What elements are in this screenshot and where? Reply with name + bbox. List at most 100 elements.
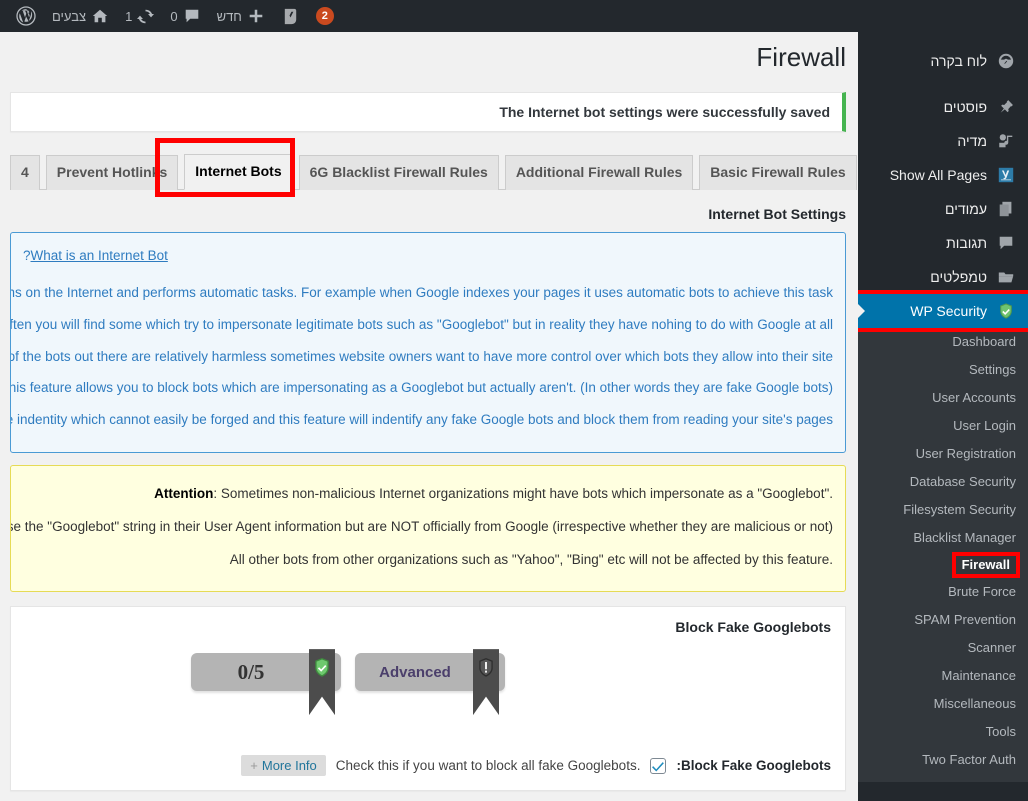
sidebar-item-label: לוח בקרה xyxy=(930,53,987,69)
submenu-item-label: User Accounts xyxy=(932,390,1016,405)
submenu-item-tools[interactable]: Tools xyxy=(868,718,1016,746)
score-badge-value: 0/5 xyxy=(237,659,265,684)
submenu-item-spam-prevention[interactable]: SPAM Prevention xyxy=(868,606,1016,634)
firewall-tabs: 4 Prevent Hotlinks Internet Bots 6G Blac… xyxy=(10,137,857,197)
info-paragraph: This feature allows you to block bots wh… xyxy=(10,380,833,396)
submenu-item-dashboard[interactable]: Dashboard xyxy=(868,328,1016,356)
sidebar-item-posts[interactable]: פוסטים xyxy=(858,90,1028,124)
attention-line-2: which use the "Googlebot" string in thei… xyxy=(10,518,833,534)
submenu-item-two-factor-auth[interactable]: Two Factor Auth xyxy=(868,746,1016,774)
admin-bar-comments[interactable]: 0 xyxy=(162,0,208,32)
admin-bar-site-name-label: צבעים xyxy=(52,8,87,24)
admin-bar-site-name[interactable]: צבעים xyxy=(44,0,117,32)
tab-6g-blacklist-firewall-rules[interactable]: 6G Blacklist Firewall Rules xyxy=(298,154,499,190)
tab-prevent-hotlinks[interactable]: Prevent Hotlinks xyxy=(45,154,179,190)
submenu-item-user-accounts[interactable]: User Accounts xyxy=(868,384,1016,412)
checkmark-icon xyxy=(652,761,665,772)
wordpress-logo-icon xyxy=(16,6,36,26)
submenu-item-label: Tools xyxy=(985,724,1016,739)
sidebar-item-label: עמודים xyxy=(944,201,987,217)
submenu-item-database-security[interactable]: Database Security xyxy=(868,468,1016,496)
exclamation-shield-icon xyxy=(477,657,495,677)
sidebar-item-pages[interactable]: עמודים xyxy=(858,192,1028,226)
submenu-item-firewall[interactable]: Firewall xyxy=(868,552,1021,578)
attention-text: : Sometimes non-malicious Internet organ… xyxy=(213,486,825,502)
block-fake-googlebots-panel: Block Fake Googlebots 0/5 Advanced Block… xyxy=(10,606,846,792)
comments-count: 0 xyxy=(170,8,178,24)
admin-bar-wp-logo[interactable] xyxy=(8,0,44,32)
internet-bot-info-box: What is an Internet Bot? which runs on t… xyxy=(10,231,846,454)
sidebar-item-show-all-pages[interactable]: Show All Pages xyxy=(858,158,1028,192)
updates-icon xyxy=(137,8,155,25)
more-info-plus: + xyxy=(250,758,258,774)
current-menu-arrow-icon xyxy=(858,303,865,319)
notification-count: 2 xyxy=(315,7,334,25)
submenu-item-label: SPAM Prevention xyxy=(914,612,1016,627)
tab-basic-firewall-rules[interactable]: Basic Firewall Rules xyxy=(699,154,857,190)
submenu-item-label: Miscellaneous xyxy=(933,696,1016,711)
setting-description: .Check this if you want to block all fak… xyxy=(335,758,641,774)
submenu-item-user-login[interactable]: User Login xyxy=(868,412,1016,440)
sidebar-separator-1 xyxy=(858,78,1028,90)
sidebar-item-templates[interactable]: טמפלטים xyxy=(858,260,1028,294)
submenu-item-settings[interactable]: Settings xyxy=(868,356,1016,384)
submenu-item-label: Database Security xyxy=(909,474,1016,489)
submenu-item-user-registration[interactable]: User Registration xyxy=(868,440,1016,468)
score-badge: 0/5 xyxy=(191,649,341,719)
tab-prevent-hotlinks-partial[interactable]: 4 xyxy=(10,154,40,190)
tab-internet-bots[interactable]: Internet Bots xyxy=(184,153,293,190)
pages-icon xyxy=(996,199,1016,219)
attention-box: ." Attention: Sometimes non-malicious Int… xyxy=(10,465,846,593)
content-wrap: Firewall The Internet bot settings were … xyxy=(0,32,858,792)
more-info-button[interactable]: More Info+ xyxy=(241,755,326,777)
admin-bar: צבעים 1 0 חדש 2 xyxy=(0,0,1028,32)
sidebar-item-comments[interactable]: תגובות xyxy=(858,226,1028,260)
block-fake-googlebots-checkbox[interactable] xyxy=(650,757,667,774)
attention-line-3: .All other bots from other organizations… xyxy=(229,551,833,567)
more-info-label: More Info xyxy=(261,758,317,774)
admin-bar-notifications[interactable]: 2 xyxy=(308,0,342,32)
admin-bar-yoast[interactable] xyxy=(273,0,308,32)
submenu-item-label: Settings xyxy=(969,362,1016,377)
plus-icon xyxy=(247,7,265,25)
submenu-item-label: Dashboard xyxy=(952,334,1016,349)
admin-bar-updates[interactable]: 1 xyxy=(117,0,162,32)
shield-check-icon xyxy=(313,657,331,677)
comment-icon xyxy=(183,7,201,25)
success-notice-text: The Internet bot settings were successfu… xyxy=(499,103,830,120)
tab-additional-firewall-rules[interactable]: Additional Firewall Rules xyxy=(504,154,694,190)
shield-icon xyxy=(996,301,1016,321)
updates-count: 1 xyxy=(125,8,133,24)
dashboard-icon xyxy=(996,51,1016,71)
submenu-item-miscellaneous[interactable]: Miscellaneous xyxy=(868,690,1016,718)
sidebar-item-label: תגובות xyxy=(946,235,987,251)
yoast-icon xyxy=(281,7,300,26)
sidebar-item-label: מדיה xyxy=(957,133,987,149)
page-title: Firewall xyxy=(756,42,846,72)
submenu-item-blacklist-manager[interactable]: Blacklist Manager xyxy=(868,524,1016,552)
submenu-item-maintenance[interactable]: Maintenance xyxy=(868,662,1016,690)
info-paragraph: gh most of the bots out there are relati… xyxy=(10,348,833,364)
submenu-item-brute-force[interactable]: Brute Force xyxy=(868,578,1016,606)
info-paragraph: od and often you will find some which tr… xyxy=(10,316,833,332)
info-paragraph: a unique indentity which cannot easily b… xyxy=(10,411,833,427)
what-is-an-internet-bot-link[interactable]: What is an Internet Bot xyxy=(31,248,168,263)
sidebar-item-wp-security[interactable]: WP Security xyxy=(858,290,1028,332)
submenu-item-filesystem-security[interactable]: Filesystem Security xyxy=(868,496,1016,524)
main-content: Firewall The Internet bot settings were … xyxy=(0,32,858,801)
media-icon xyxy=(996,131,1016,151)
setting-label: Block Fake Googlebots: xyxy=(676,758,831,774)
admin-bar-new-content[interactable]: חדש xyxy=(209,0,273,32)
success-notice: The Internet bot settings were successfu… xyxy=(10,91,846,132)
sidebar-item-label: טמפלטים xyxy=(930,269,987,285)
block-fake-googlebots-setting-row: Block Fake Googlebots: .Check this if yo… xyxy=(11,755,845,777)
wp-security-submenu: Dashboard Settings User Accounts User Lo… xyxy=(858,328,1028,782)
attention-label: Attention xyxy=(154,486,214,502)
sidebar-item-media[interactable]: מדיה xyxy=(858,124,1028,158)
submenu-item-label: User Login xyxy=(953,418,1016,433)
submenu-item-label: Blacklist Manager xyxy=(913,530,1016,545)
submenu-item-scanner[interactable]: Scanner xyxy=(868,634,1016,662)
sidebar-item-dashboard[interactable]: לוח בקרה xyxy=(858,44,1028,78)
submenu-item-label: Firewall xyxy=(951,552,1021,578)
admin-bar-new-label: חדש xyxy=(216,8,242,24)
